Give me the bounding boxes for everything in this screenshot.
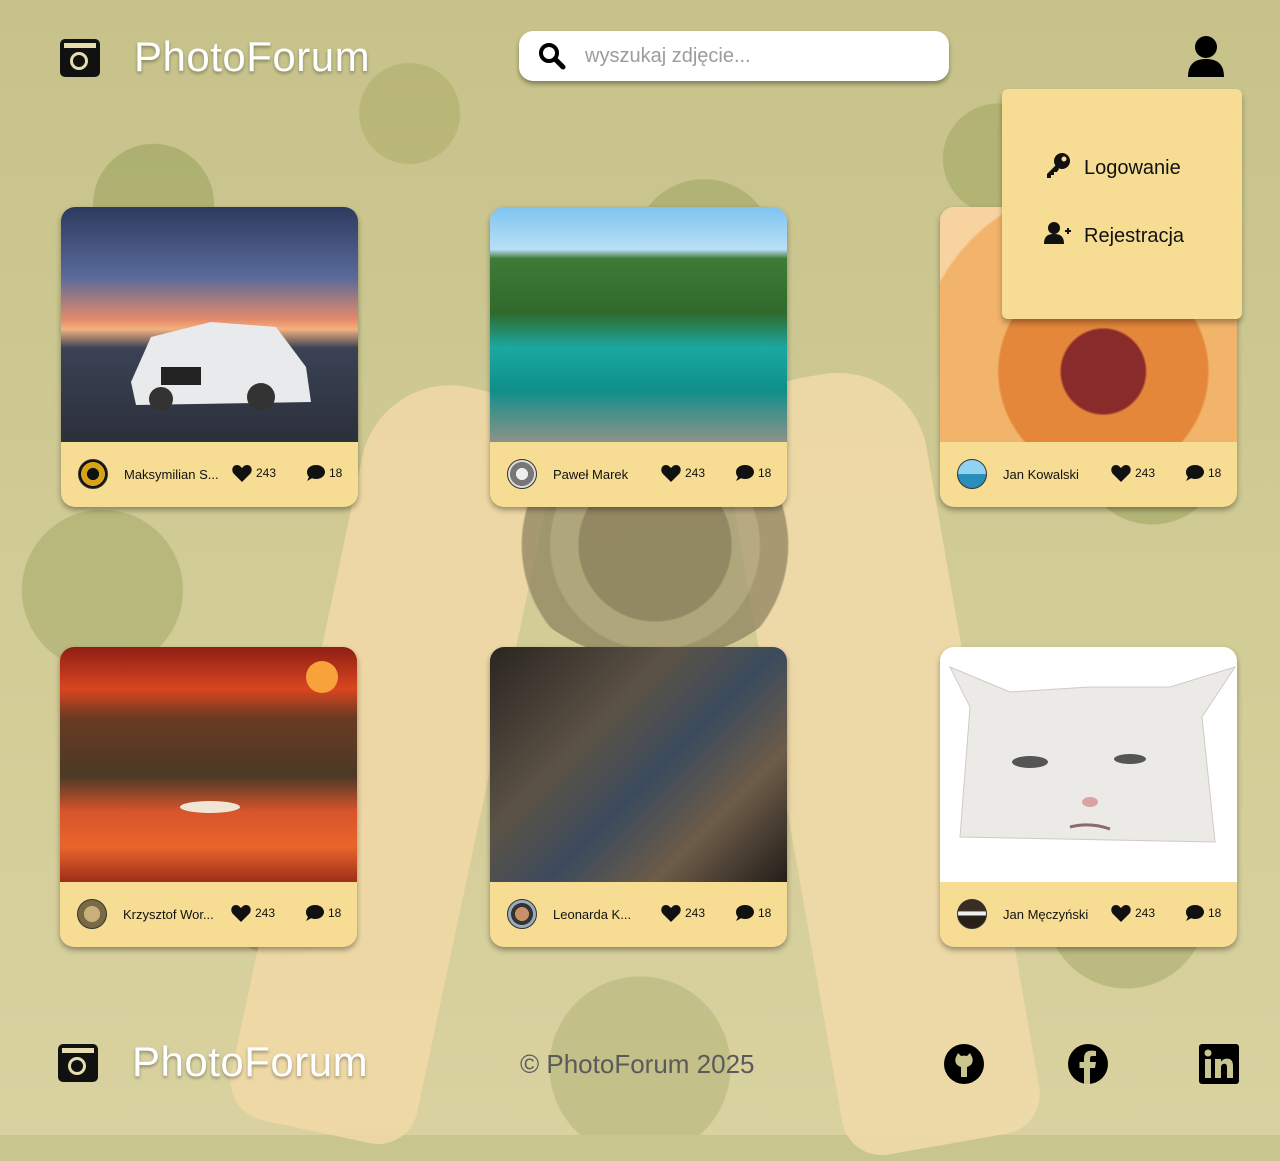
- comment-button[interactable]: 18: [306, 464, 342, 482]
- like-button[interactable]: 243: [232, 464, 276, 482]
- comment-icon: [736, 465, 754, 481]
- comment-icon: [736, 905, 754, 921]
- photo-white-cat[interactable]: [940, 647, 1237, 882]
- photo-card[interactable]: Krzysztof Wor... 243 18: [60, 647, 357, 947]
- register-label: Rejestracja: [1084, 224, 1185, 247]
- heart-icon: [1111, 905, 1131, 922]
- card-meta: Krzysztof Wor... 243 18: [60, 882, 357, 947]
- user-plus-icon: [1044, 221, 1072, 251]
- comment-count: 18: [1208, 906, 1222, 920]
- login-label: Logowanie: [1084, 156, 1181, 179]
- avatar[interactable]: [507, 899, 537, 929]
- card-meta: Maksymilian S... 243 18: [61, 442, 358, 507]
- author-name[interactable]: Paweł Marek: [553, 467, 649, 482]
- heart-icon: [1111, 465, 1131, 482]
- github-icon[interactable]: [943, 1043, 985, 1085]
- card-meta: Paweł Marek 243 18: [490, 442, 787, 507]
- avatar[interactable]: [957, 459, 987, 489]
- comment-count: 18: [758, 466, 772, 480]
- like-button[interactable]: 243: [231, 904, 275, 922]
- copyright-text: © PhotoForum 2025: [520, 1049, 755, 1079]
- app-title: PhotoForum: [134, 33, 371, 80]
- photo-card[interactable]: Paweł Marek 243 18: [490, 207, 787, 507]
- register-menu-item[interactable]: Rejestracja: [1044, 221, 1184, 251]
- like-count: 243: [685, 466, 706, 480]
- like-button[interactable]: 243: [661, 464, 705, 482]
- photo-card[interactable]: Leonarda K... 243 18: [490, 647, 787, 947]
- like-count: 243: [256, 466, 277, 480]
- author-name[interactable]: Maksymilian S...: [124, 467, 220, 482]
- comment-count: 18: [1208, 466, 1222, 480]
- like-button[interactable]: 243: [661, 904, 705, 922]
- card-meta: Jan Męczyński 243 18: [940, 882, 1237, 947]
- linkedin-icon[interactable]: [1198, 1043, 1240, 1085]
- avatar[interactable]: [77, 899, 107, 929]
- card-meta: Jan Kowalski 243 18: [940, 442, 1237, 507]
- author-name[interactable]: Jan Męczyński: [1003, 907, 1099, 922]
- camera-icon: [60, 37, 102, 77]
- heart-icon: [661, 905, 681, 922]
- footer-app-title: PhotoForum: [132, 1038, 369, 1085]
- comment-count: 18: [329, 466, 343, 480]
- heart-icon: [231, 905, 251, 922]
- photo-card[interactable]: Jan Męczyński 243 18: [940, 647, 1237, 947]
- login-menu-item[interactable]: Logowanie: [1044, 151, 1181, 185]
- camera-icon: [58, 1042, 100, 1082]
- like-button[interactable]: 243: [1111, 464, 1155, 482]
- comment-count: 18: [328, 906, 342, 920]
- photo-attic[interactable]: [490, 647, 787, 882]
- author-name[interactable]: Leonarda K...: [553, 907, 649, 922]
- avatar[interactable]: [957, 899, 987, 929]
- search-input[interactable]: [583, 43, 927, 69]
- comment-button[interactable]: 18: [305, 904, 341, 922]
- like-button[interactable]: 243: [1111, 904, 1155, 922]
- card-meta: Leonarda K... 243 18: [490, 882, 787, 947]
- author-name[interactable]: Krzysztof Wor...: [123, 907, 219, 922]
- comment-icon: [1186, 905, 1204, 921]
- comment-icon: [306, 905, 324, 921]
- photo-card[interactable]: Maksymilian S... 243 18: [61, 207, 358, 507]
- like-count: 243: [255, 906, 276, 920]
- footer-logo[interactable]: PhotoForum: [58, 1038, 368, 1086]
- like-count: 243: [685, 906, 706, 920]
- key-icon: [1044, 151, 1072, 185]
- photo-sports-car[interactable]: [61, 207, 358, 442]
- comment-icon: [307, 465, 325, 481]
- user-dropdown-menu: Logowanie Rejestracja: [1002, 89, 1242, 319]
- like-count: 243: [1135, 906, 1156, 920]
- search-icon[interactable]: [537, 41, 567, 71]
- header-logo[interactable]: PhotoForum: [60, 33, 370, 81]
- comment-button[interactable]: 18: [1185, 464, 1221, 482]
- comment-count: 18: [758, 906, 772, 920]
- heart-icon: [661, 465, 681, 482]
- comment-button[interactable]: 18: [1185, 904, 1221, 922]
- user-icon[interactable]: [1186, 35, 1228, 79]
- avatar[interactable]: [78, 459, 108, 489]
- facebook-icon[interactable]: [1067, 1043, 1109, 1085]
- avatar[interactable]: [507, 459, 537, 489]
- heart-icon: [232, 465, 252, 482]
- comment-icon: [1186, 465, 1204, 481]
- comment-button[interactable]: 18: [735, 904, 771, 922]
- comment-button[interactable]: 18: [735, 464, 771, 482]
- photo-sunset-swans[interactable]: [60, 647, 357, 882]
- like-count: 243: [1135, 466, 1156, 480]
- author-name[interactable]: Jan Kowalski: [1003, 467, 1099, 482]
- search-bar[interactable]: [519, 31, 949, 81]
- photo-lake-valley[interactable]: [490, 207, 787, 442]
